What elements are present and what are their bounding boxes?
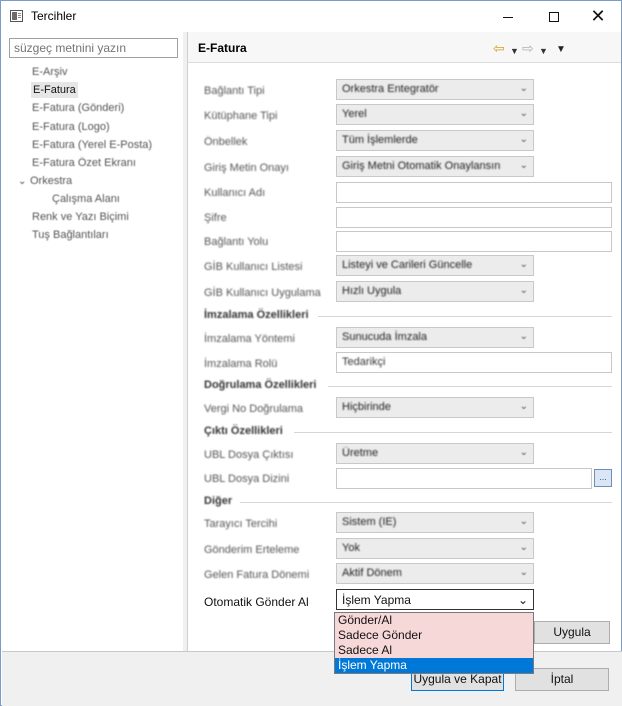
kutuphane-tipi-select[interactable]: Yerel ⌄ <box>336 104 534 125</box>
label-giris-metin-onayi: Giriş Metin Onayı <box>204 162 289 174</box>
label-gib-kullanici-listesi: GİB Kullanıcı Listesi <box>204 261 303 273</box>
label-imzalama-rolu: İmzalama Rolü <box>204 358 278 370</box>
sifre-field[interactable] <box>336 207 612 228</box>
label-imzalama-yontemi: İmzalama Yöntemi <box>204 333 295 345</box>
chevron-down-icon: ⌄ <box>519 567 528 578</box>
chevron-down-icon[interactable]: ⌄ <box>18 174 30 190</box>
sidebar: E-Arşiv E-Fatura E-Fatura (Gönderi) E-Fa… <box>2 32 183 651</box>
tree-item-renk-yazi[interactable]: Renk ve Yazı Biçimi <box>32 209 129 225</box>
label-baglanti-tipi: Bağlantı Tipi <box>204 85 265 97</box>
gelen-fatura-donemi-select[interactable]: Aktif Dönem ⌄ <box>336 563 534 584</box>
label-ubl-dosya-dizini: UBL Dosya Dizini <box>204 473 290 485</box>
filter-input[interactable] <box>9 38 178 58</box>
chevron-down-icon: ⌄ <box>519 160 528 171</box>
tree-item-e-arsiv[interactable]: E-Arşiv <box>32 64 67 80</box>
label-kutuphane-tipi: Kütüphane Tipi <box>204 110 278 122</box>
back-dropdown-icon[interactable]: ▼ <box>510 44 519 58</box>
label-vergi-no-dogrulama: Vergi No Doğrulama <box>204 403 304 415</box>
chevron-down-icon: ⌄ <box>519 259 528 270</box>
chevron-down-icon: ⌄ <box>519 108 528 119</box>
view-menu-icon[interactable]: ▼ <box>556 43 566 57</box>
vergi-no-dogrulama-select[interactable]: Hiçbirinde ⌄ <box>336 397 534 418</box>
chevron-down-icon: ⌄ <box>519 83 528 94</box>
section-divider <box>328 386 612 387</box>
label-kullanici-adi: Kullanıcı Adı <box>204 187 266 199</box>
label-gonderim-erteleme: Gönderim Erteleme <box>204 544 300 556</box>
tree-item-e-fatura-yerel[interactable]: E-Fatura (Yerel E-Posta) <box>32 137 152 153</box>
forward-dropdown-icon[interactable]: ▼ <box>539 44 548 58</box>
minimize-icon <box>503 16 513 18</box>
chevron-down-icon: ⌄ <box>519 134 528 145</box>
tree-item-e-fatura[interactable]: E-Fatura <box>31 82 78 98</box>
baglanti-yolu-field[interactable] <box>336 231 612 252</box>
maximize-button[interactable] <box>531 1 577 32</box>
otomatik-gonder-al-dropdown: Gönder/Al Sadece Gönder Sadece Al İşlem … <box>334 612 534 674</box>
baglanti-tipi-select[interactable]: Orkestra Entegratör ⌄ <box>336 79 534 100</box>
label-onbellek: Önbellek <box>204 136 248 148</box>
app-icon <box>10 10 23 22</box>
page-title: E-Fatura <box>198 41 247 55</box>
tree-item-e-fatura-gonderi[interactable]: E-Fatura (Gönderi) <box>32 100 124 116</box>
section-cikti: Çıktı Özellikleri <box>204 425 283 437</box>
maximize-icon <box>549 12 559 23</box>
ubl-dosya-dizini-field[interactable] <box>336 468 592 489</box>
section-diger: Diğer <box>204 495 233 507</box>
chevron-down-icon: ⌄ <box>519 401 528 412</box>
giris-metin-onayi-select[interactable]: Giriş Metni Otomatik Onaylansın ⌄ <box>336 156 534 177</box>
gib-kullanici-listesi-select[interactable]: Listeyi ve Carileri Güncelle ⌄ <box>336 255 534 276</box>
dropdown-option[interactable]: Sadece Gönder <box>335 628 533 643</box>
browse-button[interactable]: ... <box>594 469 612 487</box>
chevron-down-icon: ⌄ <box>519 285 528 296</box>
preference-page: E-Fatura ⇦ ▼ ⇨ ▼ ▼ Bağlantı Tipi Orkestr… <box>187 32 621 651</box>
kullanici-adi-field[interactable] <box>336 182 612 203</box>
tree-item-tus-baglantilari[interactable]: Tuş Bağlantıları <box>32 227 109 243</box>
tree-item-e-fatura-logo[interactable]: E-Fatura (Logo) <box>32 119 110 135</box>
tarayici-tercihi-select[interactable]: Sistem (IE) ⌄ <box>336 512 534 533</box>
imzalama-rolu-field[interactable]: Tedarikçi <box>336 352 612 373</box>
chevron-down-icon: ⌄ <box>517 593 528 607</box>
label-tarayici-tercihi: Tarayıcı Tercihi <box>204 518 278 530</box>
otomatik-gonder-al-select[interactable]: İşlem Yapma ⌄ <box>336 589 534 610</box>
ubl-dosya-ciktisi-select[interactable]: Üretme ⌄ <box>336 443 534 464</box>
back-arrow-icon[interactable]: ⇦ <box>493 41 505 55</box>
chevron-down-icon: ⌄ <box>519 516 528 527</box>
label-gelen-fatura-donemi: Gelen Fatura Dönemi <box>204 569 310 581</box>
minimize-button[interactable] <box>485 1 531 32</box>
label-sifre: Şifre <box>204 212 227 224</box>
label-ubl-dosya-ciktisi: UBL Dosya Çıktısı <box>204 449 294 461</box>
gib-kullanici-uygulama-select[interactable]: Hızlı Uygula ⌄ <box>336 281 534 302</box>
section-dogrulama: Doğrulama Özellikleri <box>204 379 317 391</box>
section-divider <box>240 502 612 503</box>
section-divider <box>294 432 612 433</box>
dropdown-option[interactable]: Gönder/Al <box>335 613 533 628</box>
label-baglanti-yolu: Bağlantı Yolu <box>204 236 269 248</box>
tree-item-orkestra-label: Orkestra <box>30 175 73 187</box>
dropdown-option-selected[interactable]: İşlem Yapma <box>335 658 533 673</box>
forward-arrow-icon[interactable]: ⇨ <box>522 41 534 55</box>
tree-item-e-fatura-ozet[interactable]: E-Fatura Özet Ekranı <box>32 155 136 171</box>
dropdown-option[interactable]: Sadece Al <box>335 643 533 658</box>
section-divider <box>318 316 612 317</box>
close-icon: ✕ <box>590 6 606 26</box>
label-gib-kullanici-uygulama: GİB Kullanıcı Uygulama <box>204 287 321 299</box>
title-bar: Tercihler ✕ <box>1 1 621 32</box>
chevron-down-icon: ⌄ <box>519 542 528 553</box>
onbellek-select[interactable]: Tüm İşlemlerde ⌄ <box>336 130 534 151</box>
chevron-down-icon: ⌄ <box>519 447 528 458</box>
chevron-down-icon: ⌄ <box>519 331 528 342</box>
close-button[interactable]: ✕ <box>575 1 621 32</box>
gonderim-erteleme-select[interactable]: Yok ⌄ <box>336 538 534 559</box>
settings-form: Bağlantı Tipi Orkestra Entegratör ⌄ Kütüp… <box>187 63 621 651</box>
apply-button[interactable]: Uygula <box>534 621 610 644</box>
section-imzalama: İmzalama Özellikleri <box>204 309 309 321</box>
tree-item-calisma-alani[interactable]: Çalışma Alanı <box>52 191 120 207</box>
tree-item-orkestra[interactable]: ⌄ Orkestra <box>18 173 72 189</box>
window-title: Tercihler <box>31 9 77 23</box>
page-header: E-Fatura ⇦ ▼ ⇨ ▼ ▼ <box>187 32 621 63</box>
label-otomatik-gonder-al: Otomatik Gönder Al <box>204 595 309 609</box>
imzalama-yontemi-select[interactable]: Sunucuda İmzala ⌄ <box>336 327 534 348</box>
preferences-window: Tercihler ✕ E-Arşiv E-Fatura E-Fatura (G… <box>0 0 622 706</box>
